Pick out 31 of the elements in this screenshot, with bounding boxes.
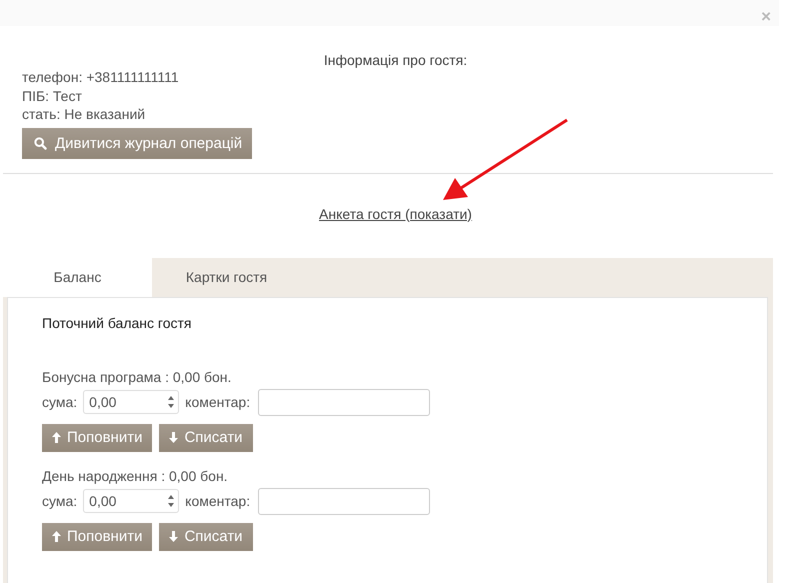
tab[interactable]: Баланс xyxy=(3,258,152,296)
field-label: сума: xyxy=(42,394,78,410)
account-balance: День народження : 0,00 бон. xyxy=(42,468,229,484)
up-arrow-icon xyxy=(52,432,61,443)
field-label: коментар: xyxy=(185,493,250,509)
guest-info-line: стать: Не вказаний xyxy=(22,105,146,124)
amount-field[interactable]: 0,00 xyxy=(83,390,180,414)
write-off-button[interactable]: Списати xyxy=(159,424,253,452)
down-arrow-icon xyxy=(169,531,178,542)
panel-heading: Поточний баланс гостя xyxy=(42,314,192,330)
field-label: сума: xyxy=(42,493,78,509)
field-label: коментар: xyxy=(185,394,250,410)
comment-field[interactable] xyxy=(258,388,430,416)
guest-info-line: ПІБ: Тест xyxy=(22,86,83,105)
account-balance: Бонусна програма : 0,00 бон. xyxy=(42,368,232,384)
write-off-button[interactable]: Списати xyxy=(159,522,253,550)
close-button[interactable]: × xyxy=(761,7,771,27)
tab[interactable]: Картки гостя xyxy=(152,258,301,296)
up-arrow-icon xyxy=(52,531,61,542)
guest-profile-link[interactable]: Анкета гостя (показати) xyxy=(319,206,472,222)
top-up-button[interactable]: Поповнити xyxy=(42,522,152,550)
top-up-button[interactable]: Поповнити xyxy=(42,424,152,452)
spinner-icon xyxy=(167,394,176,410)
spinner-icon xyxy=(167,493,176,509)
search-icon xyxy=(34,136,47,150)
guest-info-line: телефон: +381111111111 xyxy=(22,68,180,86)
down-arrow-icon xyxy=(169,432,178,443)
dialog-title: Інформація про гостя: xyxy=(322,52,468,70)
comment-field[interactable] xyxy=(258,488,430,514)
amount-field[interactable]: 0,00 xyxy=(83,489,180,513)
view-log-button[interactable]: Дивитися журнал операцій xyxy=(22,128,252,158)
